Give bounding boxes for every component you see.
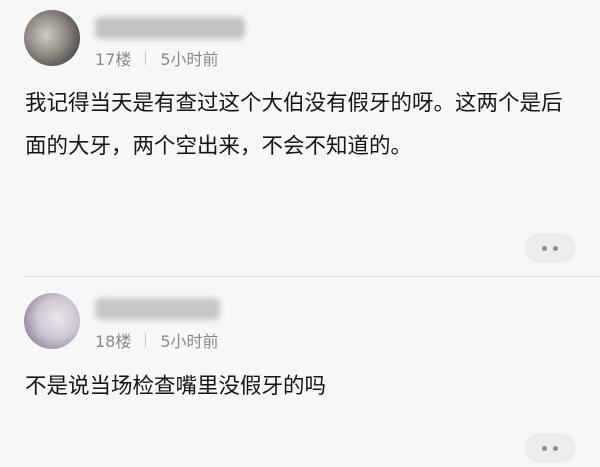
comment-text: 我记得当天是有查过这个大伯没有假牙的呀。这两个是后面的大牙，两个空出来，不会不知…: [25, 91, 563, 159]
comment-text: 不是说当场检查嘴里没假牙的吗: [25, 374, 327, 399]
timestamp: 5小时前: [160, 332, 219, 351]
more-button[interactable]: [524, 233, 576, 263]
avatar[interactable]: [24, 10, 80, 66]
meta-divider: [145, 51, 147, 65]
meta-divider: [145, 333, 147, 347]
more-dots-icon: [542, 245, 547, 251]
username-blurred[interactable]: [95, 17, 245, 39]
username-blurred[interactable]: [95, 298, 220, 320]
floor-label: 17楼: [95, 50, 132, 69]
more-button[interactable]: [524, 433, 576, 463]
comment-meta: 17楼 5小时前: [95, 47, 219, 69]
comment-divider: [24, 276, 600, 277]
comment-meta: 18楼 5小时前: [95, 329, 219, 351]
more-dots-icon: [553, 245, 558, 251]
floor-label: 18楼: [95, 332, 132, 351]
timestamp: 5小时前: [160, 50, 219, 69]
avatar[interactable]: [24, 293, 80, 349]
more-dots-icon: [553, 445, 558, 451]
more-dots-icon: [542, 445, 547, 451]
